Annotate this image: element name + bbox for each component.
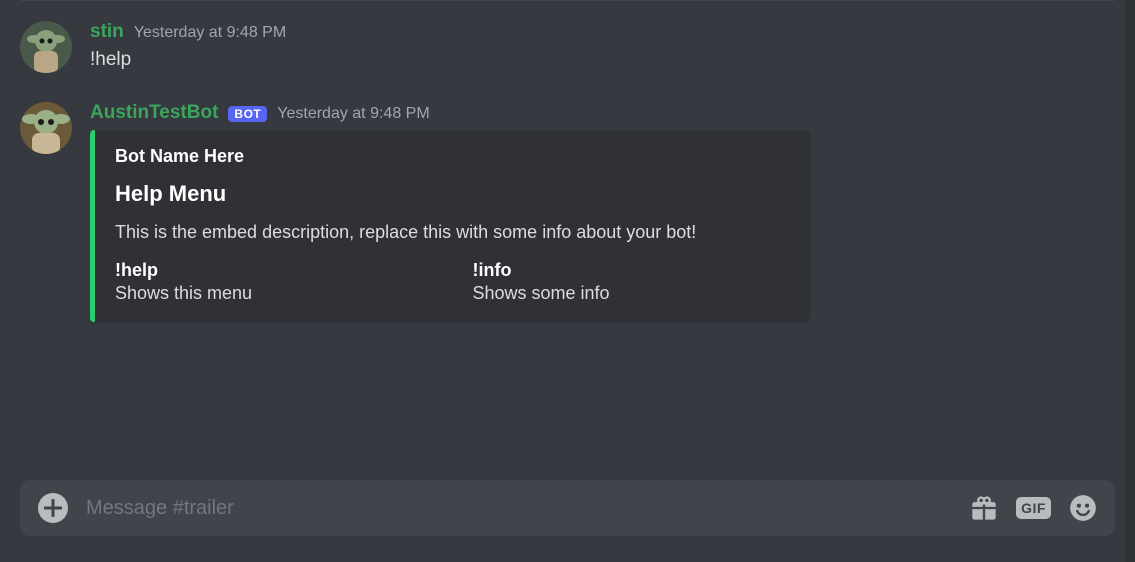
username[interactable]: AustinTestBot <box>90 102 218 124</box>
bot-tag: BOT <box>228 106 267 122</box>
embed-author: Bot Name Here <box>115 146 790 167</box>
emoji-icon[interactable] <box>1069 494 1097 522</box>
gift-icon[interactable] <box>970 494 998 522</box>
embed-fields: !help Shows this menu !info Shows some i… <box>115 260 790 304</box>
message: stin Yesterday at 9:48 PM !help <box>20 21 1115 74</box>
embed-title: Help Menu <box>115 181 790 207</box>
username[interactable]: stin <box>90 21 124 43</box>
embed-field: !info Shows some info <box>473 260 791 304</box>
avatar[interactable] <box>20 21 72 73</box>
embed-field-value: Shows this menu <box>115 283 433 304</box>
message-embed: Bot Name Here Help Menu This is the embe… <box>90 130 810 322</box>
embed-field-value: Shows some info <box>473 283 791 304</box>
embed-field-name: !info <box>473 260 791 281</box>
embed-description: This is the embed description, replace t… <box>115 219 790 246</box>
attach-button[interactable] <box>38 493 68 523</box>
embed-field-name: !help <box>115 260 433 281</box>
avatar[interactable] <box>20 102 72 154</box>
message: AustinTestBot BOT Yesterday at 9:48 PM B… <box>20 102 1115 322</box>
embed-field: !help Shows this menu <box>115 260 433 304</box>
gif-icon[interactable]: GIF <box>1016 497 1051 519</box>
message-timestamp: Yesterday at 9:48 PM <box>134 24 286 42</box>
message-composer: GIF <box>20 480 1115 536</box>
message-content: !help <box>90 47 1115 74</box>
message-list: stin Yesterday at 9:48 PM !help AustinTe… <box>0 1 1135 322</box>
message-timestamp: Yesterday at 9:48 PM <box>277 105 429 123</box>
message-input[interactable] <box>86 497 952 520</box>
right-gutter <box>1125 0 1135 562</box>
